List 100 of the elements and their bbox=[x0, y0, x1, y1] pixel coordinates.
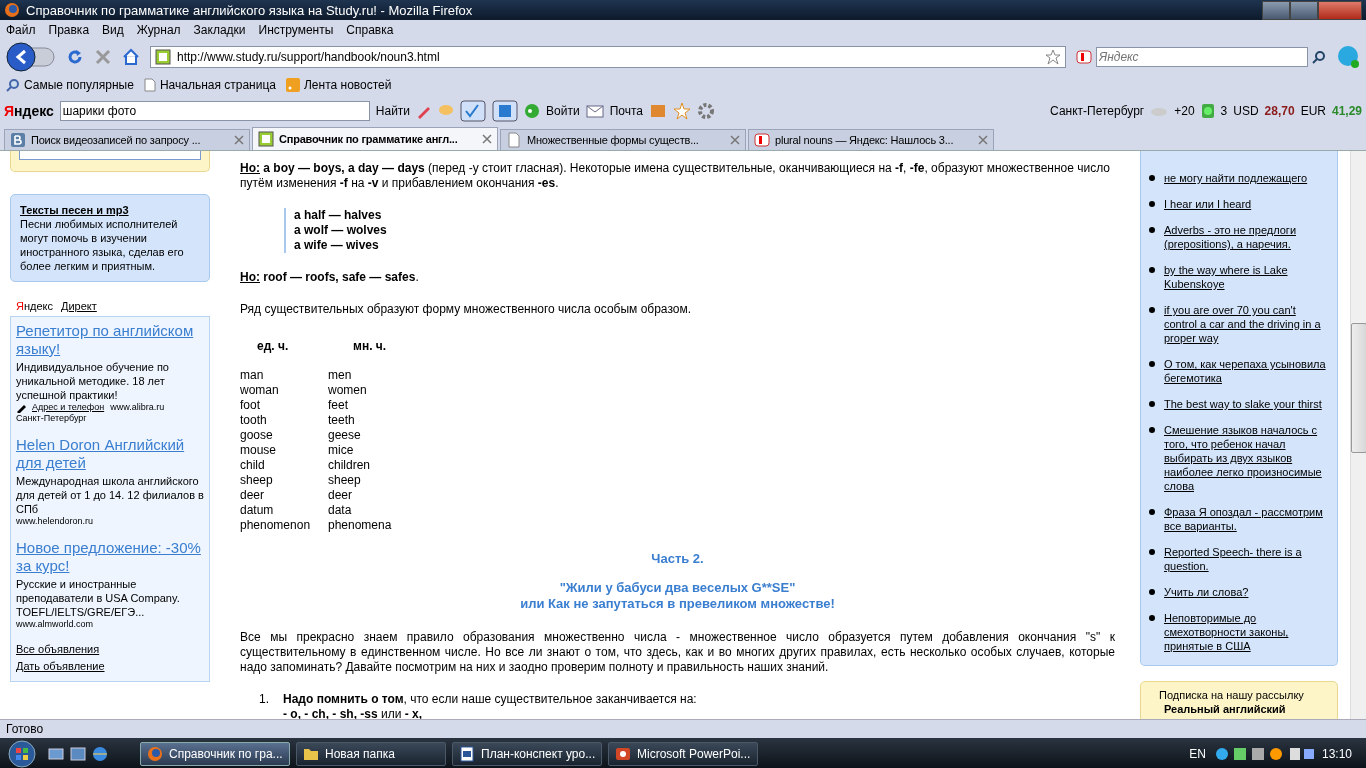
ads-link[interactable]: Все объявления bbox=[16, 642, 204, 656]
list-number: 1. bbox=[259, 692, 269, 708]
forum-link[interactable]: Фраза Я опоздал - рассмотрим все варианты. bbox=[1164, 505, 1331, 533]
globe-icon bbox=[147, 745, 163, 762]
menu-item[interactable]: Вид bbox=[102, 23, 124, 37]
menu-item[interactable]: Инструменты bbox=[258, 23, 334, 37]
forum-link[interactable]: I hear или I heard bbox=[1164, 197, 1252, 211]
table-cell: tooth bbox=[240, 413, 328, 428]
search-field[interactable]: Яндекс bbox=[1096, 47, 1308, 67]
mail-link[interactable]: Почта bbox=[609, 104, 643, 118]
home-icon[interactable] bbox=[122, 48, 140, 66]
bullet-icon bbox=[1149, 401, 1155, 407]
stop-icon[interactable] bbox=[94, 48, 112, 66]
bullet-icon bbox=[1149, 175, 1155, 181]
globe-icon[interactable] bbox=[92, 745, 108, 762]
scrollbar[interactable] bbox=[1350, 151, 1366, 719]
forum-link[interactable]: не могу найти подлежащего bbox=[1164, 171, 1308, 185]
menu-item[interactable]: Справка bbox=[346, 23, 394, 37]
forum-link[interactable]: Смешение языков началось с того, что ребенок начал выбирать из двух языков наиболее легко произносимые слова bbox=[1164, 423, 1331, 493]
forum-link[interactable]: Неповторимые до смехотворности законы, принятые в США bbox=[1164, 611, 1331, 653]
minimize-button[interactable] bbox=[1262, 0, 1290, 20]
translate-icon[interactable] bbox=[492, 100, 519, 122]
close-icon[interactable] bbox=[234, 135, 244, 145]
desktop-icon[interactable] bbox=[48, 745, 64, 762]
tab-label: Множественные формы существ... bbox=[527, 134, 700, 146]
window-icon[interactable] bbox=[70, 745, 86, 762]
menu-item[interactable]: Правка bbox=[48, 23, 90, 37]
direct-link[interactable]: Директ bbox=[61, 300, 97, 312]
spellcheck-icon[interactable] bbox=[460, 100, 487, 122]
clock: 13:10 bbox=[1321, 746, 1352, 761]
gear-icon[interactable] bbox=[697, 102, 715, 120]
ad-title-link[interactable]: Helen Doron Английский для детей bbox=[16, 436, 204, 472]
menu-item[interactable]: Файл bbox=[6, 23, 36, 37]
taskbar-button[interactable]: Справочник по гра... bbox=[140, 741, 290, 766]
menu-item[interactable]: Журнал bbox=[136, 23, 181, 37]
language-indicator[interactable]: EN bbox=[1189, 746, 1206, 761]
close-button[interactable] bbox=[1318, 0, 1362, 20]
login-link[interactable]: Войти bbox=[546, 104, 580, 118]
bookmark-link[interactable]: Лента новостей bbox=[304, 78, 392, 92]
forum-link[interactable]: Reported Speech- there is a question. bbox=[1164, 545, 1331, 573]
forum-link[interactable]: if you are over 70 you can't control a car and the driving in a proper way bbox=[1164, 303, 1331, 345]
bookmark-link[interactable]: Самые популярные bbox=[24, 78, 134, 92]
page-icon bbox=[506, 132, 522, 148]
menu-item[interactable]: Закладки bbox=[193, 23, 246, 37]
table-cell-text: women bbox=[328, 383, 368, 398]
promo-link[interactable]: Тексты песен и mp3 bbox=[20, 203, 201, 217]
city-label[interactable]: Санкт-Петербург bbox=[1050, 104, 1145, 118]
taskbar-button[interactable]: Microsoft PowerPoi... bbox=[608, 741, 758, 766]
bookmark-link[interactable]: Начальная страница bbox=[159, 78, 276, 92]
list-text: - o, - ch, - sh, -ss или - x, bbox=[283, 707, 424, 719]
eur-rate: 41,29 bbox=[1331, 104, 1362, 118]
table-cell-text: children bbox=[328, 458, 372, 473]
maximize-button[interactable] bbox=[1290, 0, 1318, 20]
forum-link[interactable]: by the way where is Lake Kubenskoye bbox=[1164, 263, 1331, 291]
column-header: ед. ч. bbox=[256, 339, 290, 355]
contact-link[interactable]: Адрес и телефон bbox=[32, 402, 105, 413]
browser-tab[interactable]: plural nouns — Яндекс: Нашлось 3... bbox=[748, 129, 994, 150]
window-title: Справочник по грамматике английского языка на Study.ru! - Mozilla Firefox bbox=[26, 2, 474, 18]
close-icon[interactable] bbox=[482, 134, 492, 144]
taskbar-button[interactable]: План-конспект уро... bbox=[452, 741, 602, 766]
close-icon[interactable] bbox=[978, 135, 988, 145]
section-title: или Как не запутаться в превеликом множестве! bbox=[519, 596, 836, 612]
back-button-icon[interactable] bbox=[6, 42, 56, 72]
forum-link[interactable]: О том, как черепаха усыновила бегемотика bbox=[1164, 357, 1331, 385]
forum-link[interactable]: Учить ли слова? bbox=[1164, 585, 1249, 599]
ad-title-link[interactable]: Репетитор по английском языку! bbox=[16, 322, 204, 358]
firefox-icon bbox=[4, 2, 20, 18]
forum-link[interactable]: The best way to slake your thirst bbox=[1164, 397, 1322, 411]
taskbar-button[interactable]: Новая папка bbox=[296, 741, 446, 766]
ad-title-link[interactable]: Новое предложение: -30% за курс! bbox=[16, 539, 204, 575]
reload-icon[interactable] bbox=[66, 48, 84, 66]
page-icon bbox=[143, 78, 156, 92]
bullet-icon bbox=[1149, 509, 1155, 515]
table-cell: phenomenon bbox=[240, 518, 328, 533]
ads-link[interactable]: Дать объявление bbox=[16, 659, 204, 673]
yandex-logo: Яндекс bbox=[4, 103, 54, 119]
search-icon[interactable] bbox=[1312, 50, 1326, 64]
star-icon[interactable] bbox=[673, 102, 691, 120]
forum-link[interactable]: Adverbs - это не предлоги (prepositions), а наречия. bbox=[1164, 223, 1331, 251]
search-field[interactable]: шарики фото bbox=[59, 101, 370, 121]
browser-tab[interactable]: Поиск видеозаписей по запросу ... bbox=[4, 129, 250, 150]
example-line: a wolf — wolves bbox=[294, 223, 388, 238]
paragraph: Все мы прекрасно знаем правило образования множественно числа - множественное число образуется путем добавления окончания "s" к существительному в единственном числе. Но все ли знают о том, что здесь, как и во многих других правилах, есть несколько особых случаев, которые надо запоминать? Давайте посмотрим на них и заодно проверим полноту и правильность наших знаний. bbox=[240, 630, 1115, 675]
promo-text: Песни любимых исполнителей могут помочь в изучении иностранного языка, сделав его более легким и приятным. bbox=[20, 218, 184, 272]
address-bar[interactable]: http://www.study.ru/support/handbook/noun3.html bbox=[150, 46, 1066, 68]
key-icon bbox=[524, 103, 541, 119]
feed-icon bbox=[286, 78, 300, 92]
table-cell: foot bbox=[240, 398, 328, 413]
temperature: +20 bbox=[1174, 104, 1195, 118]
yandex-label: Яндекс bbox=[16, 300, 53, 312]
tab-label: plural nouns — Яндекс: Нашлось 3... bbox=[775, 134, 955, 146]
paragraph: Ряд существительных образуют форму множественного числа особым образом. bbox=[240, 302, 693, 317]
star-icon[interactable] bbox=[1045, 49, 1061, 65]
ad-site: www.alibra.ru bbox=[110, 402, 165, 413]
find-button[interactable]: Найти bbox=[375, 104, 411, 118]
close-icon[interactable] bbox=[730, 135, 740, 145]
table-cell-text: feet bbox=[328, 398, 349, 413]
browser-tab[interactable]: Множественные формы существ... bbox=[500, 129, 746, 150]
browser-tab[interactable]: Справочник по грамматике англ... bbox=[252, 127, 498, 150]
subscribe-text: Подписка на нашу рассылку bbox=[1159, 688, 1305, 702]
